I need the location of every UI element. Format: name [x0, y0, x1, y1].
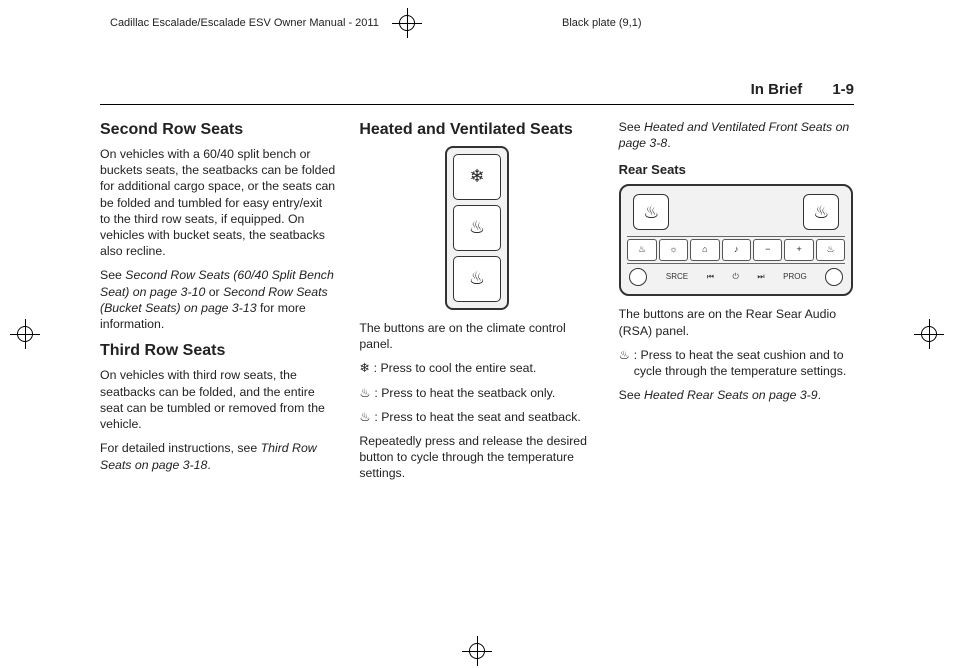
second-row-see: See Second Row Seats (60/40 Split Bench … [100, 267, 335, 332]
rsa-panel: ♨ ♨ ♨ ☼ ⌂ ♪ − + ♨ SRCE ⏮ ⏻ ⏭ [619, 184, 853, 296]
top-register-mark [392, 8, 422, 38]
rsa-home-icon: ⌂ [690, 239, 719, 261]
crosshair-icon [10, 319, 40, 349]
rsa-prog-label: PROG [783, 272, 807, 283]
third-row-see: For detailed instructions, see Third Row… [100, 440, 335, 472]
rsa-button-row: ♨ ☼ ⌂ ♪ − + ♨ [627, 236, 845, 264]
rsa-plus-icon: + [784, 239, 813, 261]
column-2: Heated and Ventilated Seats ❄ ♨ ♨ The bu… [359, 119, 594, 490]
headphone-left-icon: ♨ [633, 194, 669, 230]
black-plate: Black plate (9,1) [422, 16, 844, 31]
headphone-right-icon: ♨ [803, 194, 839, 230]
column-1: Second Row Seats On vehicles with a 60/4… [100, 119, 335, 490]
page-number: 1-9 [832, 80, 854, 100]
rsa-caption: The buttons are on the Rear Sear Audio (… [619, 306, 854, 338]
repeat-paragraph: Repeatedly press and release the desired… [359, 433, 594, 482]
crosshair-icon [462, 636, 492, 666]
ref-heated-ventilated: Heated and Ventilated Front Seats on pag… [619, 120, 850, 150]
rsa-knob-right [825, 268, 843, 286]
see-heated-rear: See Heated Rear Seats on page 3-9. [619, 387, 854, 403]
heat-seat-line: ♨ : Press to heat the seat and seatback. [359, 409, 594, 425]
cooled-seat-icon: ❄ [359, 360, 369, 376]
climate-button-panel: ❄ ♨ ♨ [445, 146, 509, 310]
rsa-heat-right-icon: ♨ [816, 239, 845, 261]
climate-caption: The buttons are on the climate control p… [359, 320, 594, 352]
figure-rsa-panel: ♨ ♨ ♨ ☼ ⌂ ♪ − + ♨ SRCE ⏮ ⏻ ⏭ [619, 184, 854, 296]
rsa-minus-icon: − [753, 239, 782, 261]
heated-seatback-icon: ♨ [453, 205, 501, 251]
rsa-srce-label: SRCE [666, 272, 688, 283]
second-row-paragraph: On vehicles with a 60/40 split bench or … [100, 146, 335, 260]
rsa-next-icon: ⏭ [757, 272, 764, 283]
page-header: In Brief 1-9 [100, 80, 854, 105]
manual-title: Cadillac Escalade/Escalade ESV Owner Man… [110, 16, 392, 31]
rsa-power-icon: ⏻ [732, 272, 738, 283]
third-row-paragraph: On vehicles with third row seats, the se… [100, 367, 335, 432]
cooled-seat-icon: ❄ [453, 154, 501, 200]
heated-seat-icon: ♨ [453, 256, 501, 302]
heated-seat-icon: ♨ [619, 347, 630, 363]
heated-seat-icon: ♨ [359, 409, 370, 425]
crosshair-icon [392, 8, 422, 38]
rsa-heat-left-icon: ♨ [627, 239, 656, 261]
heading-second-row: Second Row Seats [100, 119, 335, 140]
see-heated-ventilated: See Heated and Ventilated Front Seats on… [619, 119, 854, 151]
heading-heated-ventilated: Heated and Ventilated Seats [359, 119, 594, 140]
rsa-prev-icon: ⏮ [707, 272, 714, 283]
heading-rear-seats: Rear Seats [619, 161, 854, 178]
section-title: In Brief [751, 80, 803, 100]
rsa-bottom-row: SRCE ⏮ ⏻ ⏭ PROG [627, 264, 845, 288]
heat-back-line: ♨ : Press to heat the seatback only. [359, 385, 594, 401]
figure-climate-buttons: ❄ ♨ ♨ [359, 146, 594, 310]
rsa-music-icon: ♪ [722, 239, 751, 261]
rsa-headphone-row: ♨ ♨ [627, 192, 845, 236]
ref-heated-rear: Heated Rear Seats on page 3-9 [644, 388, 818, 402]
content-columns: Second Row Seats On vehicles with a 60/4… [100, 119, 854, 490]
heading-third-row: Third Row Seats [100, 340, 335, 361]
heated-seatback-icon: ♨ [359, 385, 370, 401]
crosshair-icon [914, 319, 944, 349]
rear-heat-line: ♨ : Press to heat the seat cushion and t… [619, 347, 854, 379]
rsa-display-icon: ☼ [659, 239, 688, 261]
cool-seat-line: ❄ : Press to cool the entire seat. [359, 360, 594, 376]
print-header: Cadillac Escalade/Escalade ESV Owner Man… [0, 0, 954, 40]
column-3: See Heated and Ventilated Front Seats on… [619, 119, 854, 490]
rsa-knob-left [629, 268, 647, 286]
